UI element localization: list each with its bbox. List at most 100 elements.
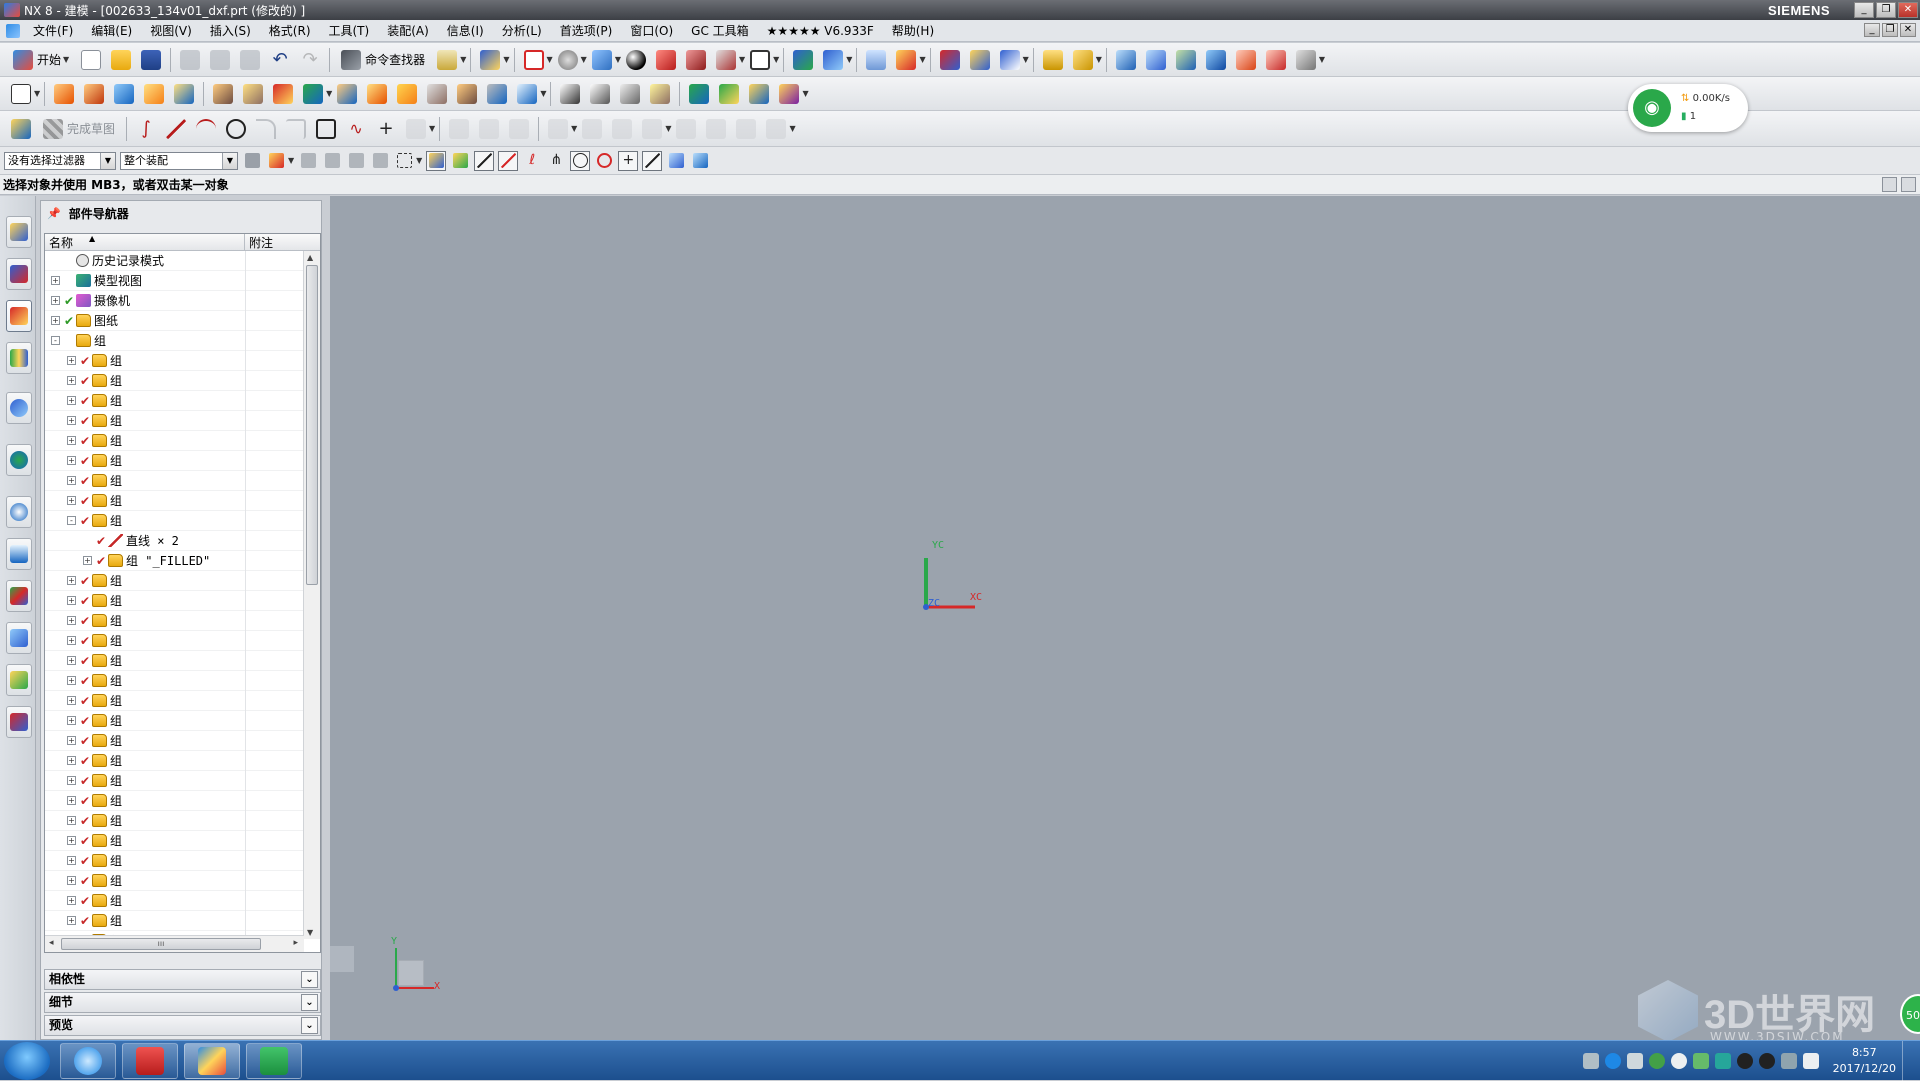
tray-app-icon[interactable] (1714, 1053, 1731, 1069)
menu-file[interactable]: 文件(F) (24, 20, 82, 42)
tree-row[interactable]: +✔ 组 (45, 811, 304, 831)
expand-icon[interactable]: + (67, 616, 76, 625)
surface-analysis-button[interactable] (1263, 47, 1289, 73)
snap-center-toggle[interactable] (570, 150, 591, 171)
extrude-button[interactable] (51, 81, 77, 107)
scroll-thumb[interactable] (306, 265, 318, 585)
visibility-check-icon[interactable]: ✔ (79, 674, 91, 688)
open-button[interactable] (108, 47, 134, 73)
manufacturing-wizards-tab[interactable] (6, 580, 32, 612)
expand-icon[interactable]: + (67, 836, 76, 845)
tree-row[interactable]: +✔ 组 (45, 491, 304, 511)
point-button[interactable]: + (373, 116, 399, 142)
menu-view[interactable]: 视图(V) (141, 20, 201, 42)
start-button[interactable]: 开始 ▼ (8, 47, 74, 73)
menu-gc-toolbox[interactable]: GC 工具箱 (682, 20, 758, 42)
expand-icon[interactable]: + (67, 856, 76, 865)
expand-icon[interactable]: + (67, 456, 76, 465)
taskbar-browser[interactable] (60, 1043, 116, 1079)
menu-preferences[interactable]: 首选项(P) (551, 20, 622, 42)
expand-icon[interactable]: + (51, 316, 60, 325)
visibility-check-icon[interactable]: ✔ (79, 574, 91, 588)
scroll-up-icon[interactable]: ▲ (307, 253, 313, 262)
wireframe-button[interactable] (713, 47, 739, 73)
blend-surface-button[interactable] (1203, 47, 1229, 73)
taskbar-clock[interactable]: 8:57 2017/12/20 (1833, 1045, 1896, 1077)
tree-row[interactable]: +✔ 组 (45, 411, 304, 431)
visibility-check-icon[interactable]: ✔ (79, 594, 91, 608)
expand-icon[interactable]: + (67, 656, 76, 665)
doc-restore-button[interactable]: ❐ (1882, 23, 1898, 37)
edit-object-button[interactable] (937, 47, 963, 73)
snap-bounded-grid-button[interactable] (690, 151, 710, 171)
visibility-check-icon[interactable]: ✔ (79, 914, 91, 928)
expand-icon[interactable]: + (67, 436, 76, 445)
shell-button[interactable] (424, 81, 450, 107)
unite-button[interactable] (210, 81, 236, 107)
web-browser-tab[interactable] (6, 444, 32, 476)
collapse-icon[interactable]: - (67, 516, 76, 525)
geometric-constraint-button[interactable] (579, 116, 605, 142)
tree-row[interactable]: +✔ 组 (45, 871, 304, 891)
sew-button[interactable] (617, 81, 643, 107)
perpendicular-button[interactable] (609, 116, 635, 142)
new-button[interactable] (78, 47, 104, 73)
datum-csys-button[interactable] (270, 81, 296, 107)
close-button[interactable]: ✕ (1898, 2, 1918, 18)
visibility-check-icon[interactable]: ✔ (79, 614, 91, 628)
column-name-header[interactable]: 名称 ▲ (45, 234, 245, 250)
tree-row[interactable]: +✔ 组 (45, 831, 304, 851)
expand-icon[interactable]: + (67, 496, 76, 505)
visibility-check-icon[interactable]: ✔ (63, 314, 75, 328)
face-rule-button[interactable] (322, 151, 342, 171)
edit-feature-button[interactable] (967, 47, 993, 73)
tree-row[interactable]: + ✔ 图纸 (45, 311, 304, 331)
type-filter-select[interactable]: 没有选择过滤器 ▼ (4, 151, 116, 170)
auto-constraint-button[interactable] (673, 116, 699, 142)
pin-icon[interactable]: 📌 (47, 207, 61, 220)
reuse-library-tab[interactable] (6, 342, 32, 374)
tree-row[interactable]: +✔ 组 (45, 711, 304, 731)
tree-row[interactable]: +✔ 组 (45, 631, 304, 651)
assembly-navigator-tab[interactable] (6, 216, 32, 248)
expand-icon[interactable]: + (51, 276, 60, 285)
visibility-check-icon[interactable]: ✔ (79, 454, 91, 468)
tray-expand-icon[interactable] (1626, 1053, 1643, 1069)
visibility-check-icon[interactable]: ✔ (79, 854, 91, 868)
tree-row[interactable]: +✔ 组 (45, 451, 304, 471)
undo-button[interactable]: ↶ (267, 47, 293, 73)
tree-row[interactable]: ✔ 直线 × 2 (45, 531, 304, 551)
visibility-check-icon[interactable]: ✔ (79, 794, 91, 808)
menu-tools[interactable]: 工具(T) (320, 20, 379, 42)
paste-button[interactable] (237, 47, 263, 73)
offset-curve-button[interactable] (403, 116, 429, 142)
visibility-check-icon[interactable]: ✔ (79, 634, 91, 648)
scroll-left-icon[interactable]: ◂ (49, 938, 54, 948)
sketch-task-button[interactable] (8, 116, 34, 142)
taskbar-nx[interactable] (184, 1043, 240, 1079)
measure-distance-button[interactable] (1040, 47, 1066, 73)
replace-face-button[interactable] (746, 81, 772, 107)
expand-icon[interactable]: + (67, 816, 76, 825)
wcs-button[interactable] (790, 47, 816, 73)
snap-midpoint-toggle[interactable] (498, 150, 519, 171)
tree-row[interactable]: +✔ 组 (45, 731, 304, 751)
palette-tab[interactable] (6, 706, 32, 738)
pattern-button[interactable] (557, 81, 583, 107)
offset-face-button[interactable] (484, 81, 510, 107)
hole-button[interactable] (111, 81, 137, 107)
tree-row[interactable]: +✔ 组 (45, 911, 304, 931)
visibility-check-icon[interactable]: ✔ (79, 694, 91, 708)
draft-button[interactable] (454, 81, 480, 107)
snap-existing-button[interactable] (450, 151, 470, 171)
expand-icon[interactable]: + (67, 596, 76, 605)
datum-plane-button[interactable] (240, 81, 266, 107)
qq-icon[interactable] (1736, 1053, 1753, 1069)
network-speed-widget[interactable]: ◉ ⇅ 0.00K/s ▮ 1 (1628, 84, 1748, 132)
visibility-check-icon[interactable]: ✔ (95, 554, 107, 568)
snap-view-button[interactable] (997, 47, 1023, 73)
tree-row[interactable]: +✔ 组 (45, 851, 304, 871)
snap-on-curve-toggle[interactable] (642, 150, 663, 171)
animate-dimension-button[interactable] (733, 116, 759, 142)
tree-row[interactable]: +✔ 组 (45, 571, 304, 591)
